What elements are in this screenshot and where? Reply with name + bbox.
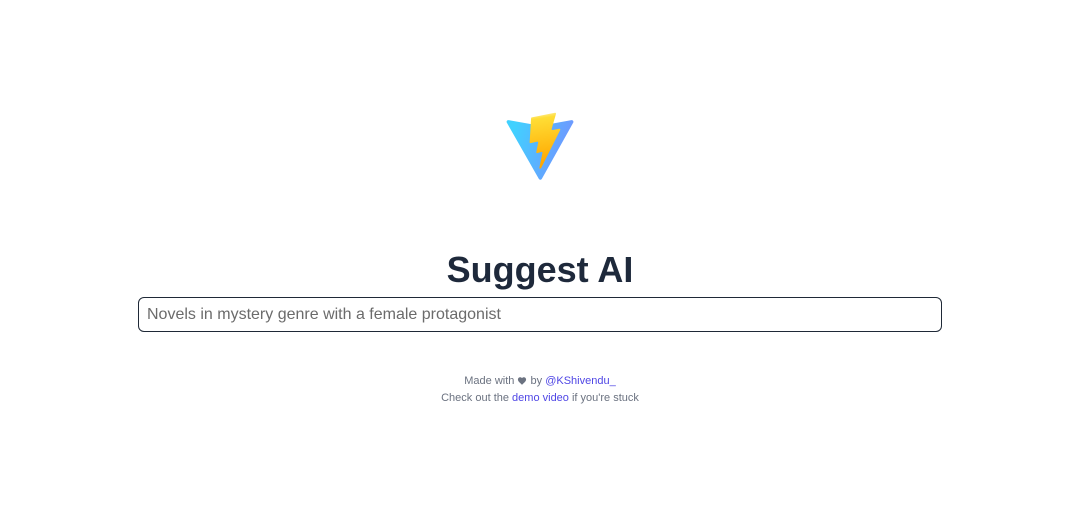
by-text: by xyxy=(530,375,543,387)
vite-lightning-logo-icon xyxy=(506,112,574,180)
search-input[interactable] xyxy=(138,297,942,332)
heart-icon xyxy=(518,377,527,385)
footer: Made with by @KShivendu_ Check out the d… xyxy=(0,373,1080,407)
demo-prefix-text: Check out the xyxy=(441,392,509,404)
footer-demo-line: Check out the demo video if you're stuck xyxy=(0,390,1080,407)
footer-credit-line: Made with by @KShivendu_ xyxy=(0,373,1080,390)
demo-suffix-text: if you're stuck xyxy=(571,392,639,404)
page-title: Suggest AI xyxy=(446,249,634,291)
author-link[interactable]: @KShivendu_ xyxy=(545,375,616,387)
demo-video-link[interactable]: demo video xyxy=(512,392,569,404)
app-container: Suggest AI Made with by @KShivendu_ Chec… xyxy=(0,0,1080,510)
made-with-text: Made with xyxy=(464,375,515,387)
